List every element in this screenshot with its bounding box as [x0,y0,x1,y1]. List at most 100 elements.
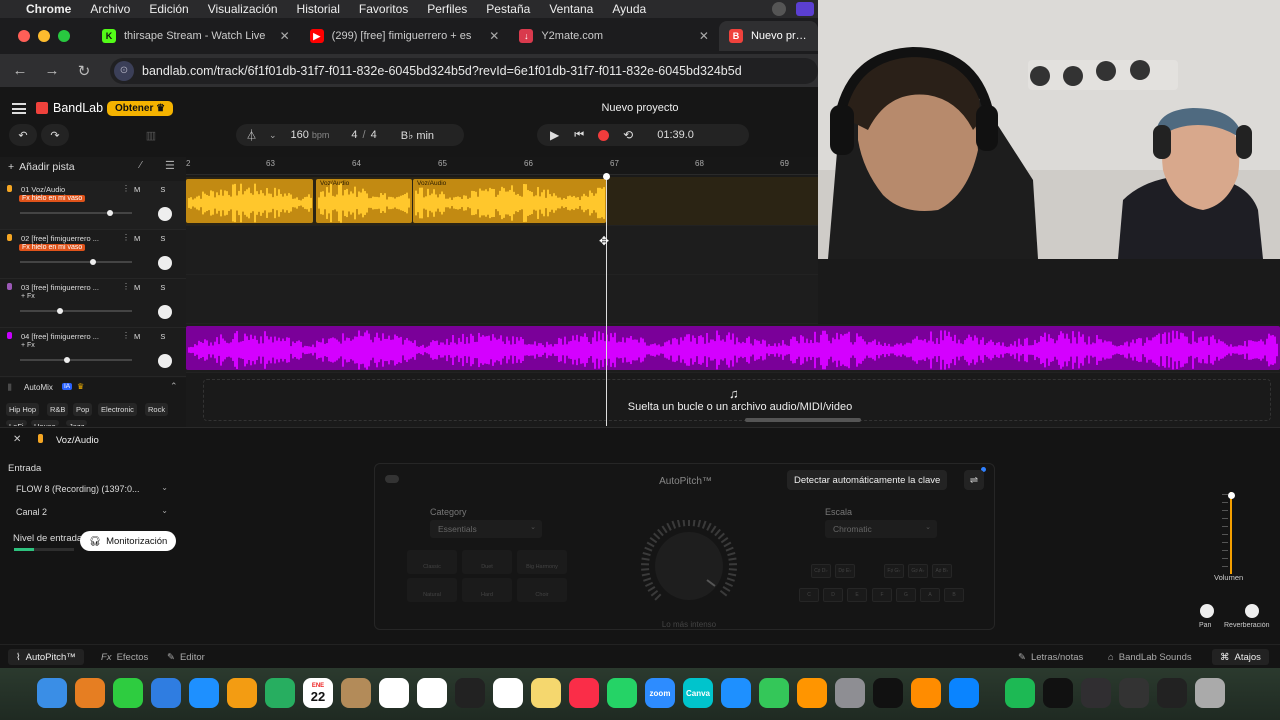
spotify-icon[interactable] [1005,678,1035,708]
canva-icon[interactable]: Canva [683,678,713,708]
appstore-safari-icon[interactable] [189,678,219,708]
more-icon[interactable]: ⋮ [122,331,130,340]
close-tab-icon[interactable]: ✕ [280,29,290,43]
screenshot-b-icon[interactable] [1157,678,1187,708]
status-icon[interactable] [772,2,786,16]
track-name[interactable]: 01 Voz/Audio [21,185,117,194]
contacts-icon[interactable] [341,678,371,708]
genre-chip[interactable]: Electronic [98,403,137,416]
more-icon[interactable]: ⋮ [122,282,130,291]
key-button[interactable]: B [944,588,964,602]
menu-pestana[interactable]: Pestaña [486,2,530,16]
add-track-button[interactable]: + Añadir pista [8,159,75,175]
tab-kick[interactable]: K thirsape Stream - Watch Live ✕ [92,21,300,51]
channel-select[interactable]: Canal 2 ⌄ [8,502,176,522]
calendar-icon[interactable]: ENE 22 [303,678,333,708]
tab-y2mate[interactable]: ↓ Y2mate.com ✕ [509,21,719,51]
notes-icon[interactable] [531,678,561,708]
volume-slider[interactable] [20,356,132,363]
lane-2[interactable] [186,226,818,275]
chrome-icon[interactable] [493,678,523,708]
reminders-icon[interactable] [379,678,409,708]
genre-chip[interactable]: LoFi [6,420,27,426]
capcut-icon[interactable] [873,678,903,708]
input-device-select[interactable]: FLOW 8 (Recording) (1397:0... ⌄ [8,479,176,499]
add-fx-button[interactable]: + Fx [21,293,35,300]
record-icon[interactable] [598,129,610,141]
redo-button[interactable]: ↷ [41,124,69,146]
skip-to-start-icon[interactable]: ⏮ [574,129,584,142]
volume-fader[interactable] [1227,492,1235,574]
key-button[interactable]: C [799,588,819,602]
audio-clip[interactable]: Voz/Audio [316,179,412,223]
volume-knob[interactable] [64,356,71,363]
url-bar[interactable]: ⊙ bandlab.com/track/6f1f01db-31f7-f011-8… [110,57,818,84]
whatsapp-icon[interactable] [607,678,637,708]
intensity-knob[interactable]: Lo más intenso [633,518,745,632]
chatgpt-icon[interactable] [455,678,485,708]
track-header-3[interactable]: 03 [free] fimiguerrero ... ⋮ M S + Fx [0,279,186,328]
audio-clip[interactable]: Voz/Audio [413,179,606,223]
key-button[interactable]: G♯ A♭ [908,564,928,578]
mute-solo-buttons[interactable]: M S [134,234,174,243]
pan-knob[interactable] [158,354,172,368]
pan-knob[interactable] [158,256,172,270]
menu-edicion[interactable]: Edición [149,2,188,16]
playhead-handle[interactable] [603,173,610,180]
volume-slider[interactable] [20,258,132,265]
volume-slider[interactable] [20,307,132,314]
undo-button[interactable]: ↶ [9,124,37,146]
settings-icon[interactable] [835,678,865,708]
detect-key-button[interactable]: Detectar automáticamente la clave [787,470,948,490]
menu-ayuda[interactable]: Ayuda [612,2,646,16]
chevron-down-icon[interactable]: ⌄ [269,130,277,141]
pages-icon[interactable] [797,678,827,708]
track-header-4[interactable]: 04 [free] fimiguerrero ... ⋮ M S + Fx [0,328,186,377]
reload-icon[interactable]: ↻ [68,62,100,80]
time-signature-denominator[interactable]: 4 [371,129,377,141]
genre-chip[interactable]: R&B [47,403,69,416]
menu-historial[interactable]: Historial [297,2,340,16]
lane-4[interactable] [186,324,1280,373]
hamburger-menu-icon[interactable] [12,103,26,114]
volume-knob[interactable] [57,307,64,314]
numbers-icon[interactable] [759,678,789,708]
bpm-value[interactable]: 160 [291,129,309,141]
minimize-window-icon[interactable] [38,30,50,42]
more-icon[interactable]: ⋮ [122,184,130,193]
get-membership-button[interactable]: Obtener ♛ [107,101,174,116]
volume-fader-knob[interactable] [1227,492,1235,499]
track-name[interactable]: 03 [free] fimiguerrero ... [21,283,117,292]
style-tile[interactable]: Hard [462,578,512,602]
back-icon[interactable]: ← [4,62,36,79]
loop-icon[interactable]: ⟲ [623,128,633,142]
scale-select[interactable]: Chromatic ⌄ [825,520,937,538]
tab-youtube[interactable]: ▶ (299) [free] fimiguerrero + es ✕ [300,21,510,51]
project-title[interactable]: Nuevo proyecto [560,102,720,114]
launchpad-icon[interactable] [75,678,105,708]
screen-record-icon[interactable] [796,2,814,16]
editor-tab[interactable]: ✎ Editor [167,649,205,665]
style-tile[interactable]: Classic [407,550,457,574]
mute-solo-buttons[interactable]: M S [134,283,174,292]
effects-tab[interactable]: Fx Efectos [101,649,148,665]
key-button[interactable]: C♯ D♭ [811,564,831,578]
key-selector[interactable]: B♭ min [401,129,434,142]
finder-icon[interactable] [37,678,67,708]
pan-knob[interactable] [1200,604,1214,618]
genre-chip[interactable]: Rock [145,403,169,416]
fx-tag[interactable]: Fx hielo en mi vaso [19,195,86,202]
close-window-icon[interactable] [18,30,30,42]
playhead[interactable] [606,176,607,426]
close-panel-icon[interactable]: ✕ [13,434,21,445]
style-tile[interactable]: Natural [407,578,457,602]
automation-icon[interactable]: ⁄ [140,160,142,171]
add-fx-button[interactable]: + Fx [21,342,35,349]
genre-chip[interactable]: Hip Hop [6,403,40,416]
shortcuts-button[interactable]: ⌘ Atajos [1212,649,1269,665]
tune-settings-icon[interactable]: ⇌ [964,470,984,490]
reverb-knob[interactable] [1245,604,1259,618]
key-button[interactable]: G [896,588,916,602]
key-button[interactable]: D [823,588,843,602]
keynote-icon[interactable] [721,678,751,708]
